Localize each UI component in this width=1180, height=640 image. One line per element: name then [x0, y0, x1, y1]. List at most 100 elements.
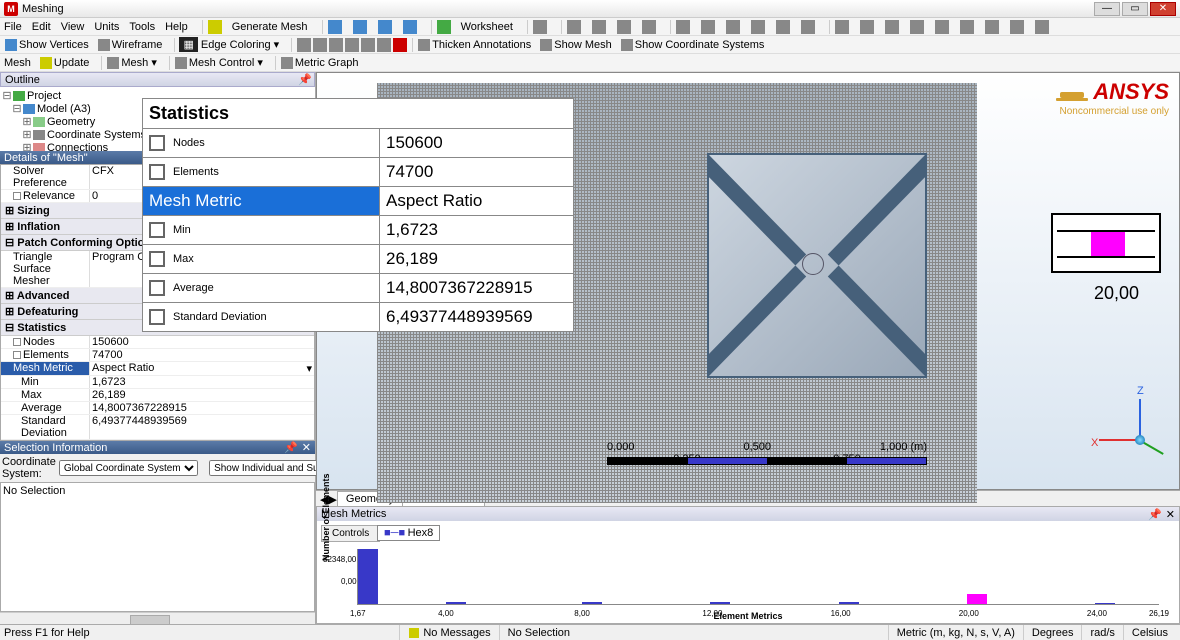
- min-value: 1,6723: [89, 376, 314, 388]
- chart-bar[interactable]: [358, 549, 378, 604]
- stats-row-elements[interactable]: Elements74700: [143, 157, 573, 186]
- cs-select[interactable]: Global Coordinate System: [59, 460, 198, 476]
- chart-bar[interactable]: [582, 602, 602, 604]
- min-key: Min: [1, 376, 89, 388]
- toolbar-icon[interactable]: [1035, 20, 1049, 34]
- toolbar-icon[interactable]: [985, 20, 999, 34]
- stats-row-average[interactable]: Average14,8007367228915: [143, 273, 573, 302]
- update-icon: [40, 57, 52, 69]
- show-vertices-button[interactable]: Show Vertices: [4, 39, 89, 51]
- selinfo-pin-button[interactable]: 📌: [284, 441, 298, 454]
- chart-area[interactable]: 1,67 4,00 8,00 12,00 16,00 20,00 24,00 2…: [357, 549, 1159, 605]
- toolbar-icon[interactable]: [353, 20, 367, 34]
- axis-triad[interactable]: Z X: [1089, 389, 1169, 459]
- worksheet-button[interactable]: Worksheet: [461, 21, 513, 33]
- show-mesh-button[interactable]: Show Mesh: [539, 39, 611, 51]
- toolbar-icon[interactable]: [567, 20, 581, 34]
- chart-bar[interactable]: [710, 602, 730, 604]
- toolbar-icon[interactable]: [751, 20, 765, 34]
- mesh-metric-value[interactable]: Aspect Ratio▾: [89, 362, 314, 375]
- stats-row-min[interactable]: Min1,6723: [143, 215, 573, 244]
- nodes-value: 150600: [89, 336, 314, 348]
- stats-row-nodes[interactable]: Nodes150600: [143, 128, 573, 157]
- toolbar-icon[interactable]: [617, 20, 631, 34]
- project-icon: [13, 91, 25, 101]
- edge-icon[interactable]: [377, 38, 391, 52]
- metric-graph-button[interactable]: Metric Graph: [280, 57, 359, 69]
- std-key: Standard Deviation: [1, 415, 89, 439]
- menu-help[interactable]: Help: [165, 21, 188, 33]
- mesh-icon: [107, 57, 119, 69]
- stats-row-std[interactable]: Standard Deviation6,49377448939569: [143, 302, 573, 331]
- menu-file[interactable]: File: [4, 21, 22, 33]
- toolbar-icon[interactable]: [701, 20, 715, 34]
- title-bar: M Meshing — ▭ ✕: [0, 0, 1180, 18]
- rotate-icon[interactable]: [835, 20, 849, 34]
- metrics-pin-button[interactable]: 📌: [1148, 508, 1162, 521]
- close-button[interactable]: ✕: [1150, 2, 1176, 16]
- toolbar-icon[interactable]: [776, 20, 790, 34]
- mesh-dropdown[interactable]: Mesh ▾: [106, 56, 156, 69]
- metrics-close-button[interactable]: ✕: [1166, 508, 1175, 521]
- chart-bar[interactable]: [839, 602, 859, 604]
- menu-tools[interactable]: Tools: [129, 21, 155, 33]
- chart-legend: ■─■ Hex8: [377, 525, 440, 541]
- toolbar-icon[interactable]: [642, 20, 656, 34]
- toolbar-icon[interactable]: [403, 20, 417, 34]
- chart-bar[interactable]: [1095, 603, 1115, 604]
- wireframe-button[interactable]: Wireframe: [97, 39, 163, 51]
- zoom-icon[interactable]: [885, 20, 899, 34]
- menu-bar: File Edit View Units Tools Help Generate…: [0, 18, 1180, 36]
- toolbar-icon[interactable]: [328, 20, 342, 34]
- graduation-cap-icon: [1054, 86, 1090, 106]
- menu-edit[interactable]: Edit: [32, 21, 51, 33]
- toolbar-icon[interactable]: [801, 20, 815, 34]
- chart-bar[interactable]: [446, 602, 466, 604]
- menu-units[interactable]: Units: [94, 21, 119, 33]
- selinfo-close-button[interactable]: ✕: [302, 441, 311, 454]
- edge-icon[interactable]: [297, 38, 311, 52]
- edge-icon[interactable]: [313, 38, 327, 52]
- toolbar-icon[interactable]: [378, 20, 392, 34]
- pan-icon[interactable]: [860, 20, 874, 34]
- center-circle: [802, 253, 824, 275]
- stats-overlay-title: Statistics: [143, 99, 573, 128]
- outline-pin-button[interactable]: 📌: [298, 73, 310, 86]
- thicken-annotations-button[interactable]: Thicken Annotations: [417, 39, 531, 51]
- stats-row-mesh-metric[interactable]: Mesh MetricAspect Ratio: [143, 186, 573, 215]
- worksheet-icon[interactable]: [437, 20, 451, 34]
- stats-row-max[interactable]: Max26,189: [143, 244, 573, 273]
- legend-box: [1051, 213, 1161, 273]
- message-icon: [409, 628, 419, 638]
- menu-view[interactable]: View: [61, 21, 85, 33]
- details-title: Details of "Mesh": [4, 152, 88, 164]
- show-cs-button[interactable]: Show Coordinate Systems: [620, 39, 765, 51]
- chart-bar-highlighted[interactable]: [967, 594, 987, 604]
- edge-icon[interactable]: [393, 38, 407, 52]
- chevron-down-icon[interactable]: ▾: [306, 362, 312, 375]
- graph-icon: [281, 57, 293, 69]
- zoom-fit-icon[interactable]: [910, 20, 924, 34]
- toolbar-icon[interactable]: [726, 20, 740, 34]
- maximize-button[interactable]: ▭: [1122, 2, 1148, 16]
- toolbar-view: Show Vertices Wireframe ▦ Edge Coloring …: [0, 36, 1180, 54]
- selinfo-toolbar: Coordinate System: Global Coordinate Sys…: [0, 454, 315, 482]
- edge-icon[interactable]: [329, 38, 343, 52]
- toolbar-icon[interactable]: [960, 20, 974, 34]
- toolbar-icon[interactable]: [1010, 20, 1024, 34]
- edge-coloring-button[interactable]: ▦ Edge Coloring ▾: [179, 37, 279, 52]
- select-icon[interactable]: [533, 20, 547, 34]
- generate-mesh-icon[interactable]: [208, 20, 222, 34]
- toolbar-icon[interactable]: [676, 20, 690, 34]
- minimize-button[interactable]: —: [1094, 2, 1120, 16]
- update-button[interactable]: Update: [39, 57, 89, 69]
- toolbar-icon[interactable]: [592, 20, 606, 34]
- mesh-control-dropdown[interactable]: Mesh Control ▾: [174, 56, 263, 69]
- edge-icon[interactable]: [345, 38, 359, 52]
- edge-icon[interactable]: [361, 38, 375, 52]
- selinfo-scrollbar[interactable]: [0, 612, 315, 624]
- elements-key: Elements: [1, 349, 89, 361]
- zoom-box-icon[interactable]: [935, 20, 949, 34]
- generate-mesh-button[interactable]: Generate Mesh: [232, 21, 308, 33]
- chart-ymax: 32348,00: [323, 555, 356, 564]
